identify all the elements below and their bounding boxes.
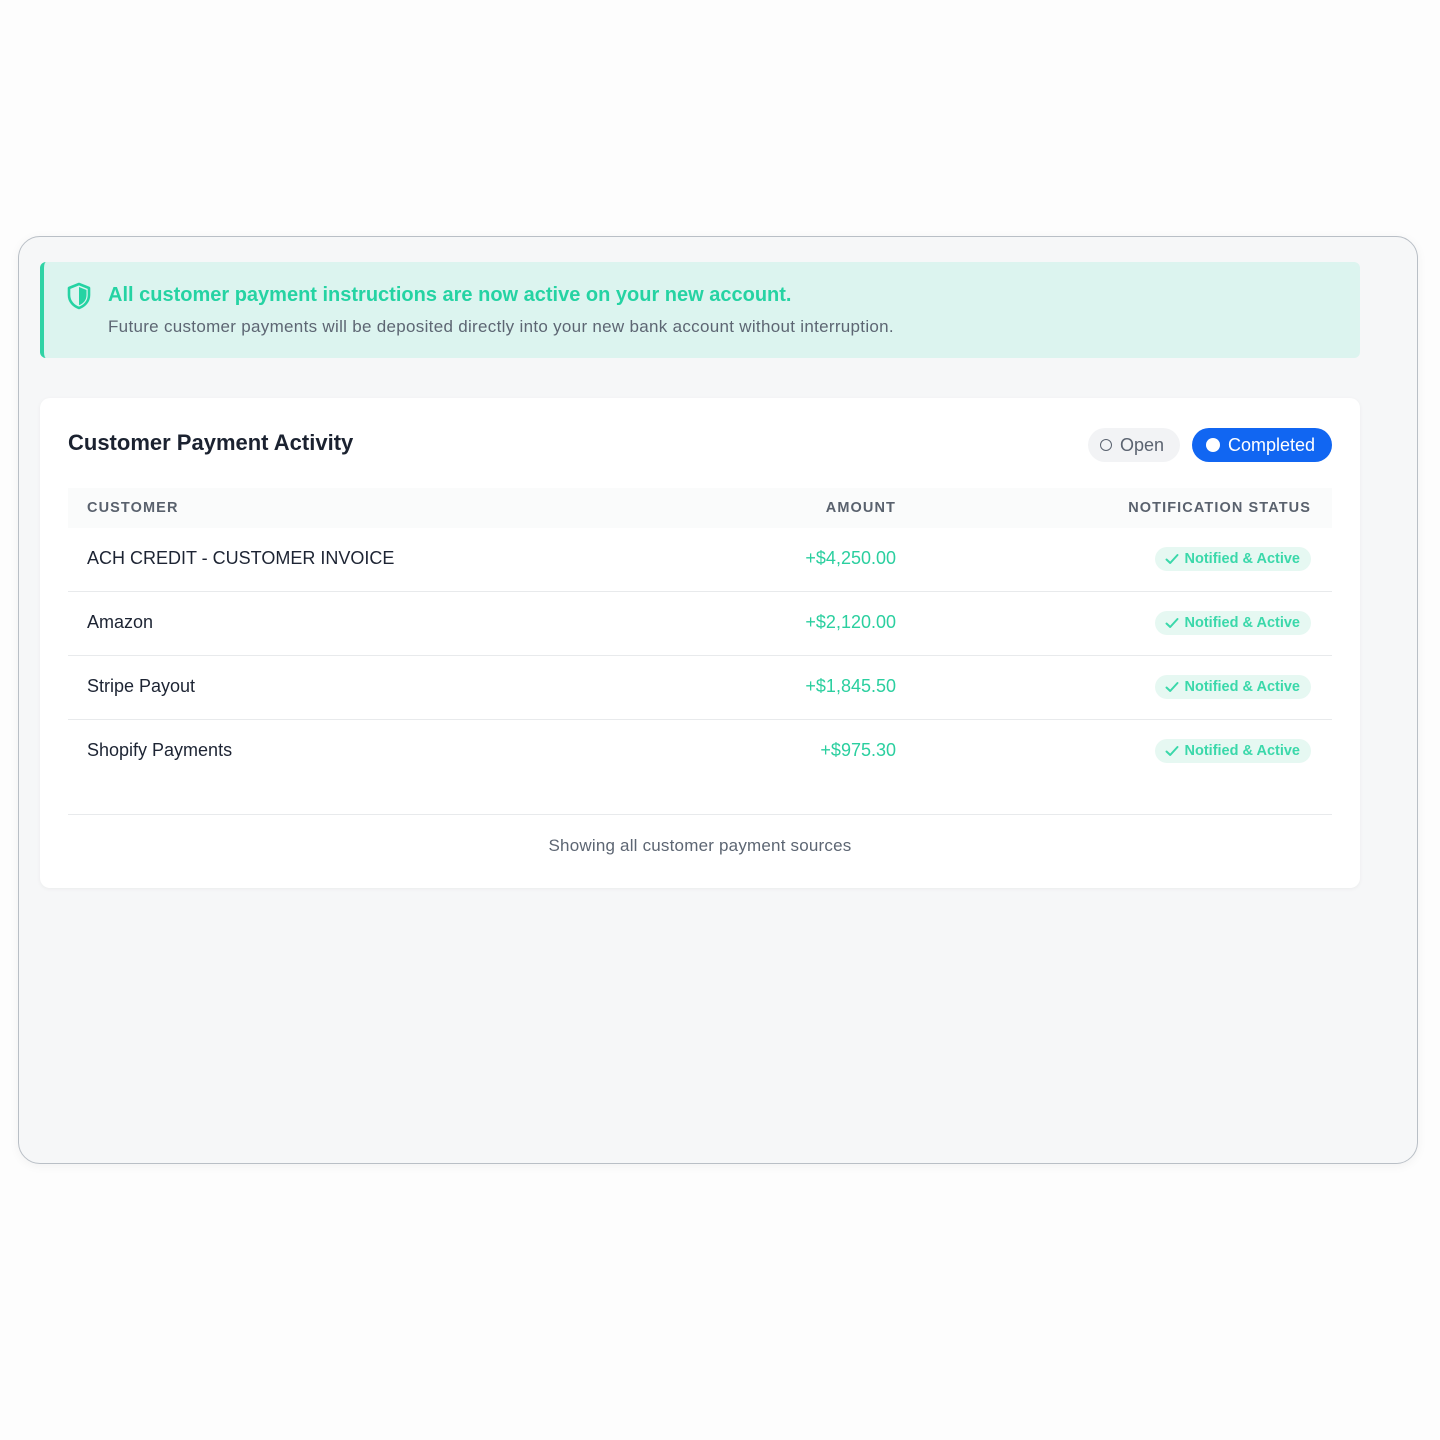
success-banner: All customer payment instructions are no…	[40, 262, 1360, 358]
check-icon	[1165, 682, 1179, 692]
filter-open-button[interactable]: Open	[1088, 428, 1180, 462]
footer-divider	[68, 814, 1332, 815]
table-row[interactable]: Amazon +$2,120.00 Notified & Active	[68, 592, 1332, 656]
status-badge-label: Notified & Active	[1184, 615, 1300, 631]
status-badge: Notified & Active	[1154, 611, 1311, 635]
customer-name: Stripe Payout	[87, 676, 196, 696]
column-header-customer: CUSTOMER	[87, 500, 179, 516]
status-badge-label: Notified & Active	[1184, 551, 1300, 567]
banner-subtitle: Future customer payments will be deposit…	[108, 317, 894, 336]
payment-amount: +$975.30	[820, 740, 896, 760]
check-icon	[1165, 618, 1179, 628]
payment-amount: +$1,845.50	[805, 676, 896, 696]
card-footer-text: Showing all customer payment sources	[548, 836, 852, 855]
payment-amount: +$4,250.00	[805, 548, 896, 568]
table-row[interactable]: Stripe Payout +$1,845.50 Notified & Acti…	[68, 656, 1332, 720]
customer-name: ACH CREDIT - CUSTOMER INVOICE	[87, 548, 395, 568]
column-header-status: NOTIFICATION STATUS	[1128, 500, 1311, 516]
status-badge: Notified & Active	[1154, 739, 1311, 763]
shield-icon	[66, 282, 92, 310]
customer-name: Shopify Payments	[87, 740, 233, 760]
table-row[interactable]: ACH CREDIT - CUSTOMER INVOICE +$4,250.00…	[68, 528, 1332, 592]
filter-open-label: Open	[1120, 434, 1165, 455]
card-title: Customer Payment Activity	[68, 430, 354, 455]
banner-title: All customer payment instructions are no…	[108, 284, 792, 306]
table-header: CUSTOMER AMOUNT NOTIFICATION STATUS	[68, 488, 1332, 528]
payment-amount: +$2,120.00	[805, 612, 896, 632]
check-icon	[1165, 554, 1179, 564]
customer-name: Amazon	[87, 612, 154, 632]
radio-checked-icon	[1206, 438, 1220, 452]
payment-activity-card: Customer Payment Activity Open Completed…	[40, 398, 1360, 888]
status-badge-label: Notified & Active	[1184, 679, 1300, 695]
filter-completed-button[interactable]: Completed	[1192, 428, 1332, 462]
radio-unchecked-icon	[1100, 439, 1112, 451]
status-badge: Notified & Active	[1154, 675, 1311, 699]
status-badge: Notified & Active	[1154, 547, 1311, 571]
table-row[interactable]: Shopify Payments +$975.30 Notified & Act…	[68, 720, 1332, 784]
filter-completed-label: Completed	[1228, 434, 1316, 455]
status-badge-label: Notified & Active	[1184, 743, 1300, 759]
column-header-amount: AMOUNT	[825, 500, 896, 516]
check-icon	[1165, 746, 1179, 756]
